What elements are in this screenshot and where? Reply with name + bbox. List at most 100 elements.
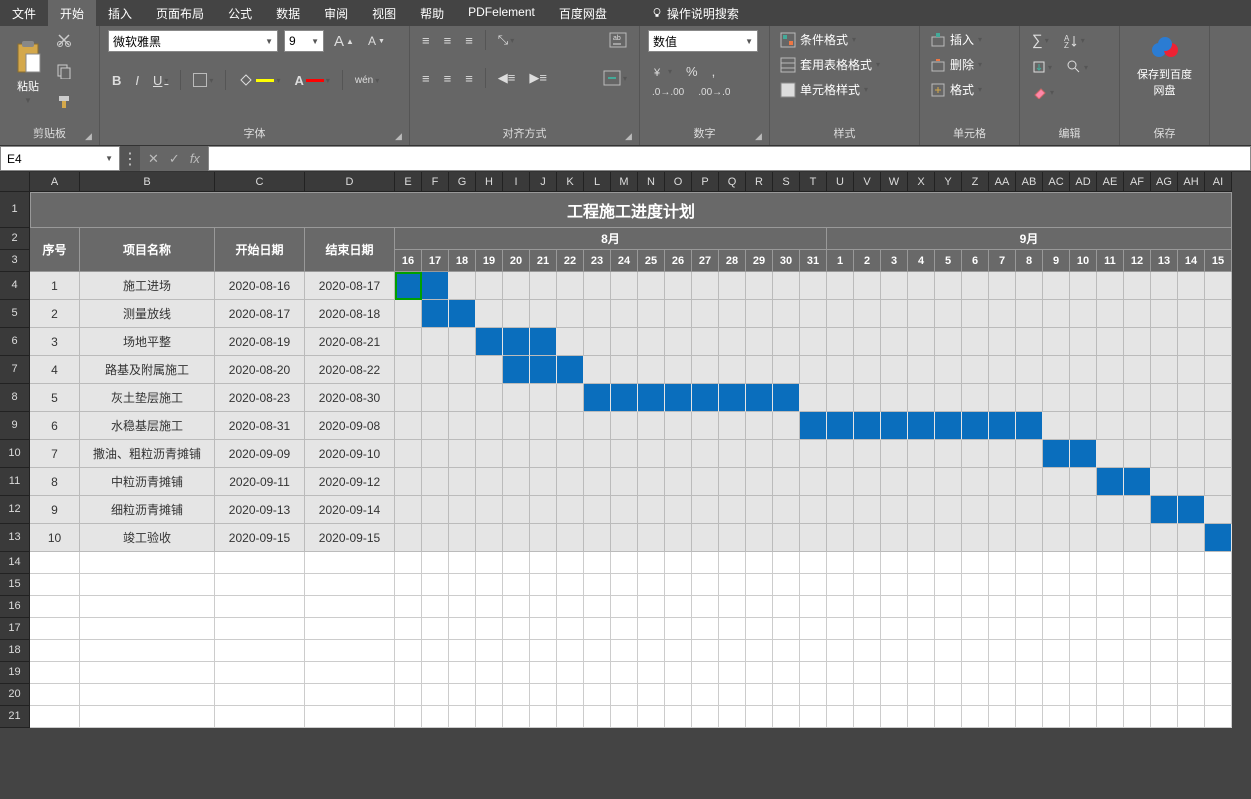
empty-cell[interactable]	[305, 662, 395, 684]
cell-seq[interactable]: 7	[30, 440, 80, 468]
empty-cell[interactable]	[530, 662, 557, 684]
gantt-cell[interactable]	[530, 384, 557, 412]
empty-cell[interactable]	[881, 706, 908, 728]
gantt-cell[interactable]	[962, 384, 989, 412]
cell-seq[interactable]: 3	[30, 328, 80, 356]
empty-cell[interactable]	[476, 640, 503, 662]
gantt-cell[interactable]	[1178, 412, 1205, 440]
gantt-cell[interactable]	[1070, 468, 1097, 496]
gantt-cell[interactable]	[935, 384, 962, 412]
empty-cell[interactable]	[422, 618, 449, 640]
name-box[interactable]: E4▼	[0, 146, 120, 171]
gantt-cell[interactable]	[800, 412, 827, 440]
gantt-cell[interactable]	[476, 496, 503, 524]
gantt-cell[interactable]	[1205, 468, 1232, 496]
gantt-cell[interactable]	[962, 300, 989, 328]
gantt-cell[interactable]	[665, 412, 692, 440]
empty-cell[interactable]	[935, 596, 962, 618]
gantt-cell[interactable]	[800, 468, 827, 496]
align-left-button[interactable]: ≡	[418, 69, 434, 88]
row-header-11[interactable]: 11	[0, 468, 30, 496]
row-header-9[interactable]: 9	[0, 412, 30, 440]
gantt-cell[interactable]	[584, 300, 611, 328]
gantt-cell[interactable]	[827, 468, 854, 496]
gantt-cell[interactable]	[827, 524, 854, 552]
empty-cell[interactable]	[476, 706, 503, 728]
gantt-cell[interactable]	[854, 300, 881, 328]
empty-cell[interactable]	[638, 640, 665, 662]
gantt-cell[interactable]	[881, 356, 908, 384]
gantt-cell[interactable]	[827, 300, 854, 328]
empty-cell[interactable]	[584, 596, 611, 618]
gantt-cell[interactable]	[746, 356, 773, 384]
select-all-corner[interactable]	[0, 172, 30, 192]
empty-cell[interactable]	[827, 552, 854, 574]
phonetic-button[interactable]: wén▾	[351, 73, 383, 88]
gantt-cell[interactable]	[611, 300, 638, 328]
empty-cell[interactable]	[881, 684, 908, 706]
gantt-cell[interactable]	[1178, 356, 1205, 384]
row-header-18[interactable]: 18	[0, 640, 30, 662]
gantt-cell[interactable]	[1205, 524, 1232, 552]
cell-name[interactable]: 细粒沥青摊铺	[80, 496, 215, 524]
empty-cell[interactable]	[80, 596, 215, 618]
gantt-cell[interactable]	[1124, 300, 1151, 328]
col-header-Z[interactable]: Z	[962, 172, 989, 192]
empty-cell[interactable]	[719, 596, 746, 618]
empty-cell[interactable]	[746, 596, 773, 618]
row-header-14[interactable]: 14	[0, 552, 30, 574]
gantt-cell[interactable]	[530, 356, 557, 384]
gantt-cell[interactable]	[800, 300, 827, 328]
empty-cell[interactable]	[773, 574, 800, 596]
gantt-cell[interactable]	[1124, 272, 1151, 300]
gantt-cell[interactable]	[638, 440, 665, 468]
empty-cell[interactable]	[692, 640, 719, 662]
gantt-cell[interactable]	[1070, 496, 1097, 524]
gantt-cell[interactable]	[962, 328, 989, 356]
empty-cell[interactable]	[1043, 640, 1070, 662]
gantt-cell[interactable]	[422, 300, 449, 328]
increase-font-button[interactable]: A▲	[330, 31, 358, 52]
cell-name[interactable]: 竣工验收	[80, 524, 215, 552]
gantt-cell[interactable]	[1016, 328, 1043, 356]
empty-cell[interactable]	[935, 640, 962, 662]
cell-end[interactable]: 2020-09-10	[305, 440, 395, 468]
col-header-AI[interactable]: AI	[1205, 172, 1232, 192]
empty-cell[interactable]	[665, 574, 692, 596]
empty-cell[interactable]	[989, 552, 1016, 574]
gantt-cell[interactable]	[962, 468, 989, 496]
gantt-cell[interactable]	[422, 384, 449, 412]
gantt-cell[interactable]	[1016, 384, 1043, 412]
empty-cell[interactable]	[305, 596, 395, 618]
orientation-button[interactable]: ⤡▾	[494, 30, 518, 50]
empty-cell[interactable]	[611, 684, 638, 706]
cell-end[interactable]: 2020-08-18	[305, 300, 395, 328]
align-bottom-button[interactable]: ≡	[461, 31, 477, 50]
empty-cell[interactable]	[1043, 684, 1070, 706]
gantt-cell[interactable]	[692, 440, 719, 468]
gantt-cell[interactable]	[989, 356, 1016, 384]
empty-cell[interactable]	[1043, 574, 1070, 596]
empty-cell[interactable]	[1016, 618, 1043, 640]
gantt-cell[interactable]	[935, 272, 962, 300]
gantt-cell[interactable]	[854, 272, 881, 300]
merge-button[interactable]: ▾	[599, 68, 631, 88]
cell-start[interactable]: 2020-08-17	[215, 300, 305, 328]
gantt-cell[interactable]	[692, 300, 719, 328]
col-header-L[interactable]: L	[584, 172, 611, 192]
cell-start[interactable]: 2020-08-19	[215, 328, 305, 356]
empty-cell[interactable]	[449, 552, 476, 574]
empty-cell[interactable]	[503, 618, 530, 640]
empty-cell[interactable]	[80, 662, 215, 684]
gantt-cell[interactable]	[935, 440, 962, 468]
sort-filter-button[interactable]: AZ▾	[1059, 31, 1089, 51]
gantt-cell[interactable]	[1097, 412, 1124, 440]
gantt-cell[interactable]	[638, 300, 665, 328]
gantt-cell[interactable]	[692, 328, 719, 356]
empty-cell[interactable]	[719, 574, 746, 596]
accounting-button[interactable]: ¥▾	[648, 63, 676, 81]
gantt-cell[interactable]	[1043, 412, 1070, 440]
gantt-cell[interactable]	[1151, 440, 1178, 468]
empty-cell[interactable]	[827, 596, 854, 618]
gantt-cell[interactable]	[638, 412, 665, 440]
